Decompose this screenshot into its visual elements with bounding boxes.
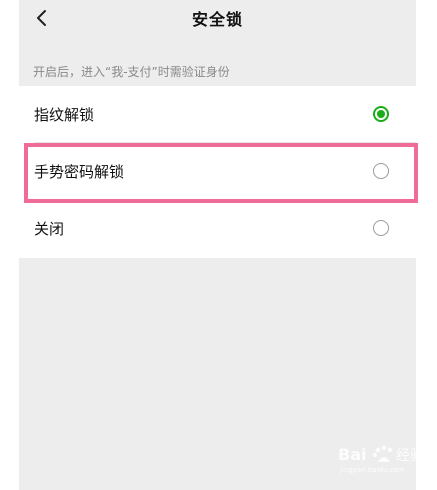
nav-bar: 安全锁 bbox=[19, 0, 416, 40]
lock-options-list: 指纹解锁 手势密码解锁 关闭 bbox=[19, 86, 416, 258]
radio-unchecked-icon[interactable] bbox=[373, 163, 389, 179]
baidu-jingyan-logo-icon: Bai 经验 bbox=[338, 445, 424, 464]
svg-text:Bai: Bai bbox=[338, 445, 366, 464]
radio-checked-icon[interactable] bbox=[373, 106, 389, 122]
option-fingerprint[interactable]: 指纹解锁 bbox=[19, 86, 416, 142]
hint-text: 开启后，进入“我-支付”时需验证身份 bbox=[33, 65, 230, 79]
option-gesture-password[interactable]: 手势密码解锁 bbox=[19, 143, 416, 199]
option-off[interactable]: 关闭 bbox=[19, 200, 416, 256]
page-title: 安全锁 bbox=[191, 10, 243, 29]
option-label: 关闭 bbox=[34, 220, 65, 238]
page: 安全锁 开启后，进入“我-支付”时需验证身份 指纹解锁 手势密码解锁 关闭 Ba… bbox=[0, 0, 437, 490]
watermark-url: jingyan.baidu.com bbox=[340, 466, 405, 474]
option-label: 指纹解锁 bbox=[34, 106, 95, 124]
option-label: 手势密码解锁 bbox=[34, 163, 125, 181]
svg-text:经验: 经验 bbox=[396, 448, 424, 464]
watermark: Bai 经验 jingyan.baidu.com bbox=[338, 440, 432, 476]
radio-unchecked-icon[interactable] bbox=[373, 220, 389, 236]
security-lock-screen: 安全锁 开启后，进入“我-支付”时需验证身份 指纹解锁 手势密码解锁 关闭 Ba… bbox=[19, 0, 424, 490]
